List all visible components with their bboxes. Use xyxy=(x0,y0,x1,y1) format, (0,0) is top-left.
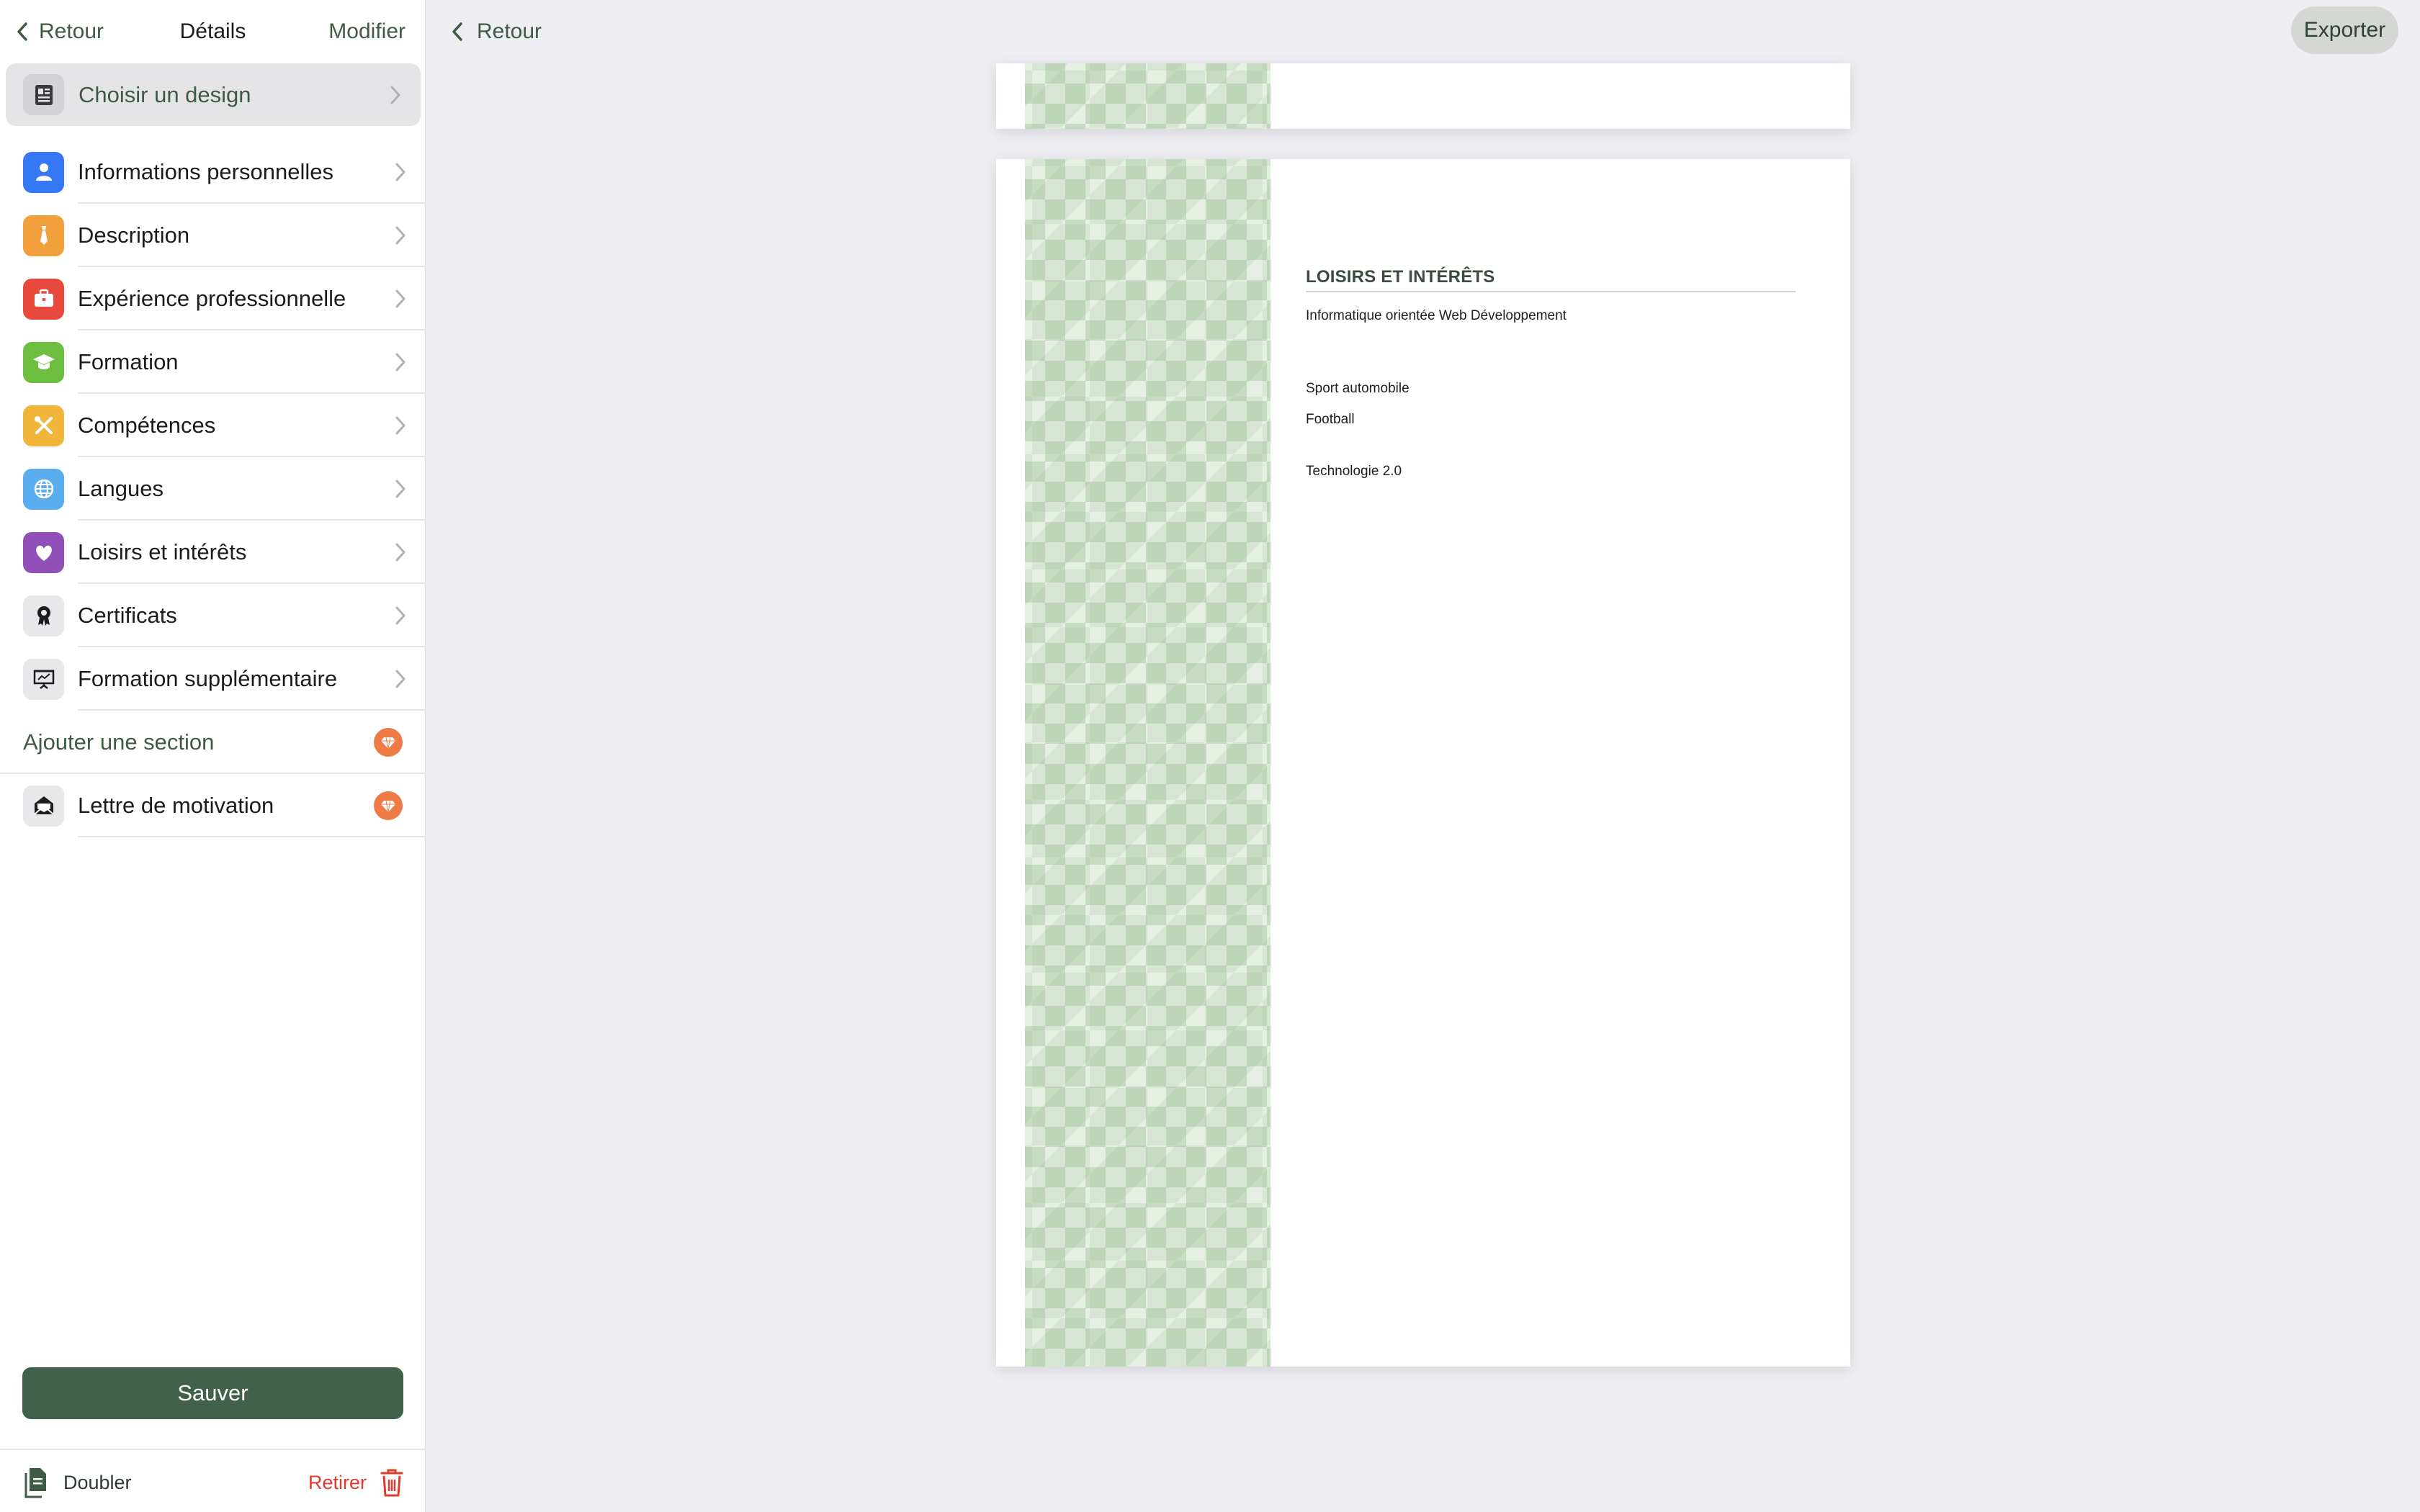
menu-item-additional-training[interactable]: Formation supplémentaire xyxy=(0,647,426,711)
export-button[interactable]: Exporter xyxy=(2291,6,2398,54)
chevron-right-icon xyxy=(395,163,405,181)
add-section-label: Ajouter une section xyxy=(23,729,215,755)
graduation-cap-icon xyxy=(23,341,64,383)
tools-icon xyxy=(23,405,64,446)
resume-page-previous[interactable] xyxy=(996,63,1850,129)
award-icon xyxy=(23,595,64,636)
template-icon xyxy=(23,74,64,115)
tie-icon xyxy=(23,215,64,256)
chevron-left-icon xyxy=(17,22,27,41)
edit-button[interactable]: Modifier xyxy=(328,16,405,48)
resume-line: Informatique orientée Web Développement xyxy=(1306,308,1567,323)
menu-item-education[interactable]: Formation xyxy=(0,330,426,394)
globe-icon xyxy=(23,468,64,510)
premium-diamond-icon xyxy=(374,791,403,820)
resume-page-current[interactable]: LOISIRS ET INTÉRÊTS Informatique orienté… xyxy=(996,159,1850,1367)
menu-item-label: Certificats xyxy=(78,603,177,628)
menu-item-label: Formation xyxy=(78,349,179,374)
chevron-right-icon xyxy=(395,416,405,435)
person-icon xyxy=(23,151,64,193)
menu-item-languages[interactable]: Langues xyxy=(0,457,426,521)
chevron-right-icon xyxy=(395,670,405,688)
heart-icon xyxy=(23,531,64,573)
remove-button[interactable]: Retirer xyxy=(308,1464,404,1500)
main-back-label: Retour xyxy=(477,19,542,43)
sidebar-back-button[interactable]: Retour xyxy=(14,16,104,48)
chevron-right-icon xyxy=(390,86,400,104)
menu-item-description[interactable]: Description xyxy=(0,204,426,267)
sidebar-back-label: Retour xyxy=(39,19,104,43)
section-menu: Informations personnelles Description Ex… xyxy=(0,140,426,837)
chevron-right-icon xyxy=(395,606,405,625)
menu-item-skills[interactable]: Compétences xyxy=(0,394,426,457)
briefcase-icon xyxy=(23,278,64,320)
menu-item-label: Expérience professionnelle xyxy=(78,286,346,311)
menu-item-certificates[interactable]: Certificats xyxy=(0,584,426,647)
resume-content: LOISIRS ET INTÉRÊTS Informatique orienté… xyxy=(1306,267,1796,480)
chevron-right-icon xyxy=(395,226,405,245)
chevron-right-icon xyxy=(395,289,405,308)
pattern-strip xyxy=(1025,159,1270,1367)
menu-item-cover-letter[interactable]: Lettre de motivation xyxy=(0,774,426,837)
remove-label: Retirer xyxy=(308,1471,367,1493)
resume-line: Football xyxy=(1306,412,1355,427)
menu-item-hobbies[interactable]: Loisirs et intérêts xyxy=(0,521,426,584)
trash-icon xyxy=(380,1469,403,1497)
resume-section-title: LOISIRS ET INTÉRÊTS xyxy=(1306,267,1796,292)
menu-item-personal-info[interactable]: Informations personnelles xyxy=(0,140,426,204)
add-section-button[interactable]: Ajouter une section xyxy=(0,711,426,774)
resume-line: Sport automobile xyxy=(1306,381,1410,396)
premium-diamond-icon xyxy=(374,728,403,757)
menu-item-label: Compétences xyxy=(78,413,216,438)
resume-line: Technologie 2.0 xyxy=(1306,464,1402,479)
envelope-open-icon xyxy=(23,785,64,827)
chevron-right-icon xyxy=(395,543,405,562)
choose-design-button[interactable]: Choisir un design xyxy=(6,63,421,126)
sidebar-footer: Doubler Retirer xyxy=(0,1449,426,1512)
choose-design-label: Choisir un design xyxy=(79,81,251,107)
duplicate-label: Doubler xyxy=(63,1471,132,1493)
menu-item-label: Informations personnelles xyxy=(78,159,333,184)
menu-item-experience[interactable]: Expérience professionnelle xyxy=(0,267,426,330)
duplicate-icon xyxy=(24,1468,46,1498)
chevron-left-icon xyxy=(452,22,462,41)
menu-item-label: Lettre de motivation xyxy=(78,793,274,818)
pattern-strip xyxy=(1025,63,1270,129)
chevron-right-icon xyxy=(395,353,405,372)
duplicate-button[interactable]: Doubler xyxy=(23,1464,132,1500)
menu-item-label: Loisirs et intérêts xyxy=(78,539,247,564)
menu-item-label: Formation supplémentaire xyxy=(78,666,338,691)
sidebar: Retour Détails Modifier Choisir un desig… xyxy=(0,0,426,1512)
chevron-right-icon xyxy=(395,480,405,498)
sidebar-header: Retour Détails Modifier xyxy=(0,0,426,63)
menu-item-label: Description xyxy=(78,222,190,248)
menu-item-label: Langues xyxy=(78,476,163,501)
main-back-button[interactable]: Retour xyxy=(449,16,542,48)
save-button[interactable]: Sauver xyxy=(22,1367,403,1419)
presentation-icon xyxy=(23,658,64,700)
